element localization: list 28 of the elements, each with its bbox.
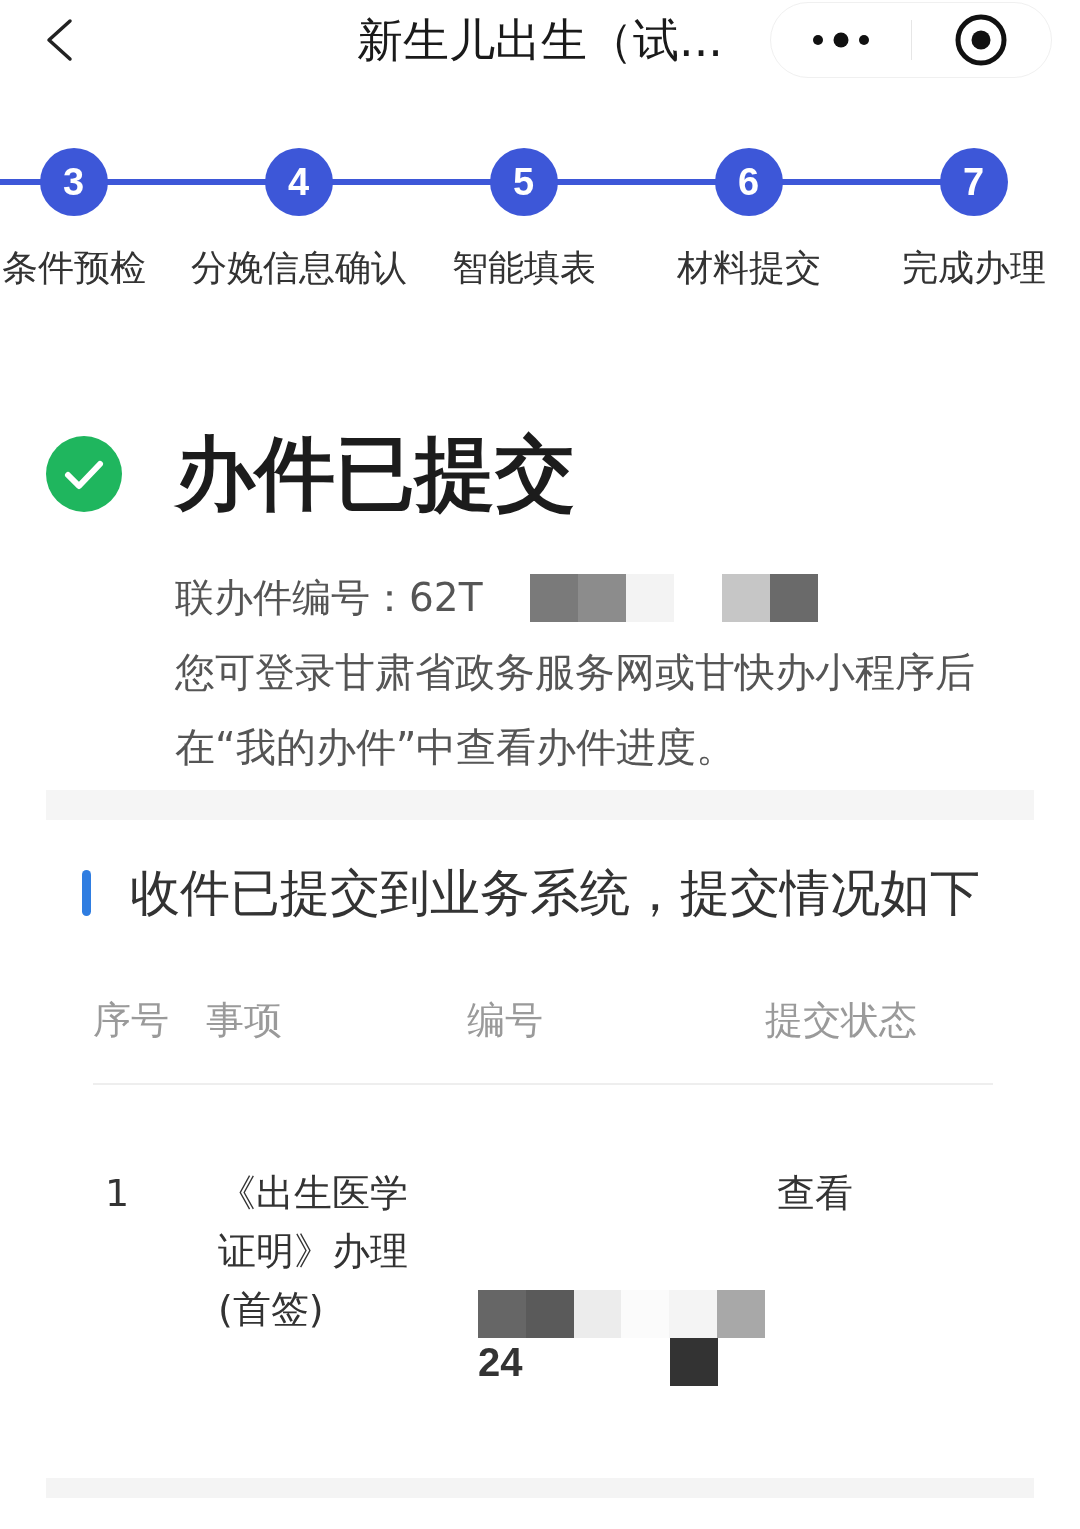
column-header: 事项 xyxy=(206,998,282,1042)
back-icon[interactable] xyxy=(44,18,74,62)
column-header: 序号 xyxy=(93,998,169,1042)
check-circle-icon xyxy=(46,436,122,512)
step-label: 智能填表 xyxy=(451,246,596,290)
step-label: 材料提交 xyxy=(676,246,821,290)
view-link[interactable]: 查看 xyxy=(777,1171,853,1215)
info-paragraph: 您可登录甘肃省政务服务网或甘快办小程序后在“我的办件”中查看办件进度。 xyxy=(175,648,976,772)
page-title: 新生儿出生（试... xyxy=(357,12,723,69)
step-label: 条件预检 xyxy=(1,246,146,290)
accent-bar xyxy=(82,870,91,916)
row-index: 1 xyxy=(105,1171,130,1215)
step-label: 分娩信息确认 xyxy=(190,246,407,290)
step-marker: 7 xyxy=(939,148,1008,216)
result-title: 办件已提交 xyxy=(175,426,575,522)
record-number: 24 xyxy=(478,1339,523,1386)
section-title: 收件已提交到业务系统，提交情况如下 xyxy=(130,863,980,924)
step-marker: 6 xyxy=(714,148,783,216)
step-marker: 5 xyxy=(489,148,558,216)
target-icon[interactable] xyxy=(955,14,1008,66)
item-name: 《出生医学证明》办理(首签) xyxy=(218,1170,409,1333)
column-header: 编号 xyxy=(467,998,543,1042)
case-number: 联办件编号：62T xyxy=(175,573,483,622)
step-label: 完成办理 xyxy=(901,246,1046,290)
column-header: 提交状态 xyxy=(765,998,917,1042)
more-icon[interactable] xyxy=(812,32,869,48)
step-marker: 3 xyxy=(39,148,108,216)
step-marker: 4 xyxy=(264,148,333,216)
